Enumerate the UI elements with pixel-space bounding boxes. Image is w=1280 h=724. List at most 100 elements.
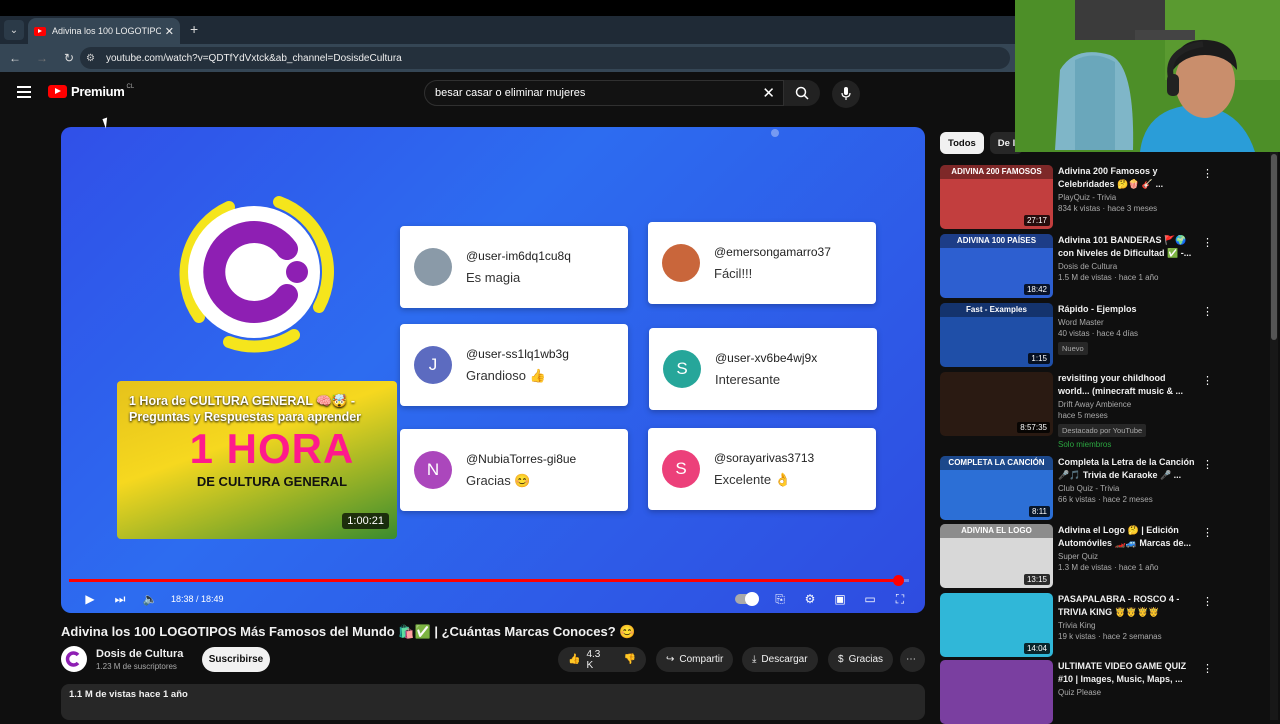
theater-mode-icon[interactable]: ▭ bbox=[855, 592, 885, 606]
video-player[interactable]: @user-im6dq1cu8q Es magia @emersongamarr… bbox=[61, 127, 925, 613]
endscreen-duration: 1:00:21 bbox=[342, 513, 389, 529]
forward-icon[interactable]: → bbox=[30, 51, 54, 65]
next-video-icon[interactable]: ⏭ bbox=[105, 592, 135, 607]
related-video-channel[interactable]: Drift Away Ambience bbox=[1058, 400, 1198, 409]
channel-avatar[interactable] bbox=[61, 646, 87, 672]
scrollbar-thumb[interactable] bbox=[1271, 154, 1277, 340]
related-video-title[interactable]: PASAPALABRA - ROSCO 4 - TRIVIA KING 🤴🤴🤴🤴 bbox=[1058, 593, 1198, 619]
tab-title: Adivina los 100 LOGOTIPOS Má bbox=[52, 26, 161, 36]
video-thumbnail[interactable] bbox=[940, 660, 1053, 724]
comment-card: N @NubiaTorres-gi8ue Gracias 😊 bbox=[400, 429, 628, 511]
more-options-icon[interactable]: ⋮ bbox=[1202, 595, 1213, 608]
subscribe-button[interactable]: Suscribirse bbox=[202, 647, 270, 672]
youtube-header: Premium CL besar casar o eliminar mujere… bbox=[0, 72, 1015, 114]
related-video-title[interactable]: revisiting your childhood world... (mine… bbox=[1058, 372, 1198, 398]
address-bar[interactable]: ⚙ youtube.com/watch?v=QDTfYdVxtck&ab_cha… bbox=[80, 47, 1010, 69]
comment-avatar: S bbox=[662, 450, 700, 488]
fullscreen-icon[interactable]: ⛶ bbox=[885, 592, 915, 607]
related-video-title[interactable]: Adivina 200 Famosos y Celebridades 🤔🍿 🎸 … bbox=[1058, 165, 1198, 191]
related-video-item[interactable]: 14:04 PASAPALABRA - ROSCO 4 - TRIVIA KING… bbox=[940, 593, 1230, 657]
more-options-icon[interactable]: ⋮ bbox=[1202, 236, 1213, 249]
related-video-item[interactable]: ADIVINA 100 PAÍSES 18:42 Adivina 101 BANDE… bbox=[940, 234, 1230, 298]
thumbnail-duration: 13:15 bbox=[1023, 574, 1050, 585]
related-video-item[interactable]: ADIVINA EL LOGO 13:15 Adivina el Logo 🤔 | … bbox=[940, 524, 1230, 588]
thumbnail-duration: 18:42 bbox=[1023, 284, 1050, 295]
related-video-channel[interactable]: Dosis de Cultura bbox=[1058, 262, 1198, 271]
miniplayer-icon[interactable]: ▣ bbox=[825, 592, 855, 606]
close-tab-icon[interactable]: ✕ bbox=[165, 25, 174, 38]
related-video-channel[interactable]: PlayQuiz - Trivia bbox=[1058, 193, 1198, 202]
youtube-premium-logo[interactable]: Premium CL bbox=[48, 84, 134, 99]
settings-gear-icon[interactable]: ⚙ bbox=[795, 592, 825, 606]
channel-name[interactable]: Dosis de Cultura bbox=[96, 648, 183, 660]
reload-icon[interactable]: ↻ bbox=[57, 51, 81, 65]
subtitles-icon[interactable]: ⎘ bbox=[765, 592, 795, 607]
related-video-channel[interactable]: Quiz Please bbox=[1058, 688, 1198, 697]
more-options-icon[interactable]: ⋮ bbox=[1202, 374, 1213, 387]
related-video-title[interactable]: Adivina 101 BANDERAS 🚩🌍 con Niveles de D… bbox=[1058, 234, 1198, 260]
dislike-icon[interactable]: 👎 bbox=[624, 654, 636, 665]
clear-search-icon[interactable]: ✕ bbox=[762, 84, 775, 102]
video-thumbnail[interactable]: Fast - Examples 1:15 bbox=[940, 303, 1053, 367]
comment-text: Es magia bbox=[466, 270, 521, 285]
play-icon[interactable]: ▶ bbox=[75, 592, 105, 606]
new-tab-button[interactable]: + bbox=[190, 21, 198, 37]
related-video-item[interactable]: 8:57:35 revisiting your childhood world..… bbox=[940, 372, 1230, 449]
video-thumbnail[interactable]: COMPLETA LA CANCIÓN 8:11 bbox=[940, 456, 1053, 520]
site-info-icon[interactable]: ⚙ bbox=[86, 53, 100, 64]
like-count: 4.3 K bbox=[586, 648, 601, 671]
thanks-button[interactable]: $ Gracias bbox=[828, 647, 894, 672]
download-button[interactable]: ⤓ Descargar bbox=[742, 647, 818, 672]
tab-list-button[interactable]: ⌄ bbox=[4, 20, 24, 40]
comment-avatar: N bbox=[414, 451, 452, 489]
search-button[interactable] bbox=[784, 80, 820, 106]
related-video-meta: 834 k vistas · hace 3 meses bbox=[1058, 204, 1158, 213]
share-label: Compartir bbox=[679, 654, 724, 665]
autoplay-toggle[interactable] bbox=[727, 592, 765, 606]
more-actions-button[interactable]: ⋯ bbox=[900, 647, 925, 672]
video-thumbnail[interactable]: ADIVINA EL LOGO 13:15 bbox=[940, 524, 1053, 588]
webcam-overlay bbox=[1015, 0, 1280, 152]
chip-todos[interactable]: Todos bbox=[940, 132, 984, 154]
related-video-title[interactable]: ULTIMATE VIDEO GAME QUIZ #10 | Images, M… bbox=[1058, 660, 1198, 686]
more-options-icon[interactable]: ⋮ bbox=[1202, 305, 1213, 318]
related-video-channel[interactable]: Trivia King bbox=[1058, 621, 1198, 630]
more-options-icon[interactable]: ⋮ bbox=[1202, 662, 1213, 675]
more-options-icon[interactable]: ⋮ bbox=[1202, 458, 1213, 471]
comment-avatar: J bbox=[414, 346, 452, 384]
microphone-icon bbox=[841, 87, 851, 100]
description-meta: 1.1 M de vistas hace 1 año bbox=[69, 689, 188, 700]
video-thumbnail[interactable]: 8:57:35 bbox=[940, 372, 1053, 436]
endscreen-title: 1 Hora de CULTURA GENERAL 🧠🤯 - Preguntas… bbox=[129, 394, 362, 424]
related-video-item[interactable]: ULTIMATE VIDEO GAME QUIZ #10 | Images, M… bbox=[940, 660, 1230, 724]
endscreen-video-card[interactable]: 1 Hora de CULTURA GENERAL 🧠🤯 - Preguntas… bbox=[117, 381, 397, 539]
menu-icon[interactable] bbox=[17, 86, 31, 101]
comment-user: @user-ss1lq1wb3g bbox=[466, 346, 569, 361]
voice-search-button[interactable] bbox=[832, 80, 860, 108]
share-icon: ↪ bbox=[666, 654, 675, 665]
like-button[interactable]: 👍 4.3 K 👎 bbox=[558, 647, 646, 672]
search-input[interactable]: besar casar o eliminar mujeres ✕ bbox=[424, 80, 784, 106]
more-options-icon[interactable]: ⋮ bbox=[1202, 167, 1213, 180]
share-button[interactable]: ↪ Compartir bbox=[656, 647, 734, 672]
video-thumbnail[interactable]: 14:04 bbox=[940, 593, 1053, 657]
description-box[interactable]: 1.1 M de vistas hace 1 año bbox=[61, 684, 925, 720]
search-icon bbox=[795, 86, 809, 100]
related-video-item[interactable]: Fast - Examples 1:15 Rápido - Ejemplos Word… bbox=[940, 303, 1230, 367]
related-video-channel[interactable]: Super Quiz bbox=[1058, 552, 1198, 561]
related-video-item[interactable]: ADIVINA 200 FAMOSOS 27:17 Adivina 200 Famo… bbox=[940, 165, 1230, 229]
related-video-title[interactable]: Completa la Letra de la Canción 🎤🎵 Trivi… bbox=[1058, 456, 1198, 482]
back-icon[interactable]: ← bbox=[3, 51, 27, 65]
progress-bar[interactable] bbox=[69, 575, 909, 586]
more-options-icon[interactable]: ⋮ bbox=[1202, 526, 1213, 539]
volume-icon[interactable]: 🔈 bbox=[135, 592, 165, 606]
related-video-channel[interactable]: Word Master bbox=[1058, 318, 1198, 327]
video-thumbnail[interactable]: ADIVINA 100 PAÍSES 18:42 bbox=[940, 234, 1053, 298]
related-video-item[interactable]: COMPLETA LA CANCIÓN 8:11 Completa la Letra… bbox=[940, 456, 1230, 520]
sidebar-scrollbar[interactable] bbox=[1270, 150, 1278, 720]
related-video-title[interactable]: Rápido - Ejemplos bbox=[1058, 303, 1198, 316]
related-video-channel[interactable]: Club Quiz - Trivia bbox=[1058, 484, 1198, 493]
browser-tab[interactable]: Adivina los 100 LOGOTIPOS Má ✕ bbox=[28, 18, 180, 44]
video-thumbnail[interactable]: ADIVINA 200 FAMOSOS 27:17 bbox=[940, 165, 1053, 229]
related-video-title[interactable]: Adivina el Logo 🤔 | Edición Automóviles … bbox=[1058, 524, 1198, 550]
